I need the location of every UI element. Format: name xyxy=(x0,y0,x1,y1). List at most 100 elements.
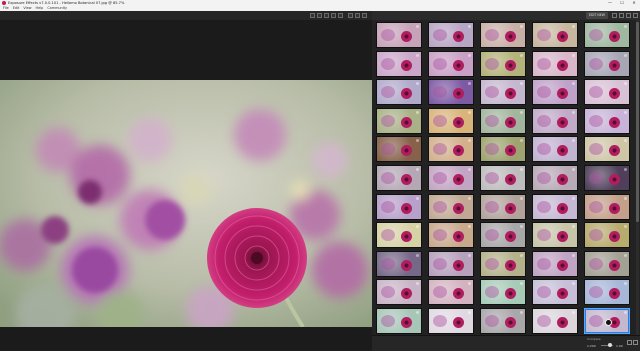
menu-file[interactable]: File xyxy=(3,6,9,10)
filter-icon[interactable] xyxy=(626,13,631,18)
effect-thumbnail[interactable] xyxy=(584,50,630,77)
edit-new-button[interactable]: EDIT NEW xyxy=(586,12,608,19)
favorite-icon[interactable] xyxy=(468,253,471,257)
favorite-icon[interactable] xyxy=(624,225,627,229)
effect-thumbnail[interactable] xyxy=(584,165,630,191)
favorite-icon[interactable] xyxy=(416,196,419,200)
favorite-icon[interactable] xyxy=(468,53,471,57)
zoom-in-icon[interactable] xyxy=(317,13,322,18)
favorite-icon[interactable] xyxy=(624,282,627,286)
effect-thumbnail[interactable] xyxy=(584,193,630,220)
favorite-icon[interactable] xyxy=(416,53,419,57)
favorite-icon[interactable] xyxy=(468,196,471,200)
effect-thumbnail[interactable] xyxy=(428,250,474,277)
effect-thumbnail[interactable] xyxy=(532,279,578,306)
effect-thumbnail[interactable] xyxy=(532,136,578,163)
favorite-icon[interactable] xyxy=(572,311,575,314)
favorite-icon[interactable] xyxy=(416,253,419,257)
effect-thumbnail[interactable] xyxy=(532,107,578,134)
list-view-icon[interactable] xyxy=(619,13,624,18)
effect-thumbnail[interactable] xyxy=(480,165,526,191)
favorite-icon[interactable] xyxy=(416,110,419,114)
hand-tool-icon[interactable] xyxy=(310,13,315,18)
favorite-icon[interactable] xyxy=(624,82,627,86)
effect-thumbnail[interactable] xyxy=(428,107,474,134)
preview-image[interactable] xyxy=(0,80,372,327)
favorite-icon[interactable] xyxy=(572,110,575,114)
fit-view-icon[interactable] xyxy=(331,13,336,18)
settings-icon[interactable] xyxy=(627,340,632,345)
favorite-icon[interactable] xyxy=(572,82,575,86)
favorite-icon[interactable] xyxy=(520,53,523,57)
effect-thumbnail[interactable] xyxy=(376,193,422,220)
favorite-icon[interactable] xyxy=(520,168,523,171)
favorite-icon[interactable] xyxy=(624,311,627,314)
effect-thumbnail[interactable] xyxy=(584,222,630,249)
effect-thumbnail[interactable] xyxy=(376,107,422,134)
effect-thumbnail[interactable] xyxy=(480,193,526,220)
favorite-icon[interactable] xyxy=(416,139,419,143)
effect-thumbnail-selected[interactable] xyxy=(584,308,630,334)
favorite-icon[interactable] xyxy=(624,25,627,28)
favorite-icon[interactable] xyxy=(520,110,523,114)
effect-thumbnail[interactable] xyxy=(428,165,474,191)
help-icon[interactable] xyxy=(633,340,638,345)
effect-thumbnail[interactable] xyxy=(584,250,630,277)
favorite-icon[interactable] xyxy=(572,282,575,286)
effect-thumbnail[interactable] xyxy=(532,165,578,191)
effect-thumbnail[interactable] xyxy=(376,308,422,334)
effect-thumbnail[interactable] xyxy=(376,50,422,77)
effect-thumbnail[interactable] xyxy=(584,279,630,306)
effect-thumbnail[interactable] xyxy=(376,22,422,48)
favorite-icon[interactable] xyxy=(520,25,523,28)
favorite-icon[interactable] xyxy=(468,225,471,229)
grid-view-icon[interactable] xyxy=(612,13,617,18)
effect-thumbnail[interactable] xyxy=(532,22,578,48)
zoom-out-icon[interactable] xyxy=(324,13,329,18)
effect-thumbnail[interactable] xyxy=(480,107,526,134)
effect-thumbnail[interactable] xyxy=(428,193,474,220)
effect-thumbnail[interactable] xyxy=(532,193,578,220)
effect-thumbnail[interactable] xyxy=(480,308,526,334)
effect-thumbnail[interactable] xyxy=(376,165,422,191)
grid-scrollbar-thumb[interactable] xyxy=(636,22,639,222)
favorite-icon[interactable] xyxy=(572,196,575,200)
menu-view[interactable]: View xyxy=(23,6,31,10)
effect-thumbnail[interactable] xyxy=(428,308,474,334)
favorite-icon[interactable] xyxy=(520,311,523,314)
effect-thumbnail[interactable] xyxy=(480,250,526,277)
favorite-icon[interactable] xyxy=(520,282,523,286)
effect-thumbnail[interactable] xyxy=(584,22,630,48)
effect-thumbnail[interactable] xyxy=(532,308,578,334)
favorite-icon[interactable] xyxy=(416,25,419,28)
effect-thumbnail[interactable] xyxy=(532,222,578,249)
favorite-icon[interactable] xyxy=(468,168,471,171)
effect-thumbnail[interactable] xyxy=(376,250,422,277)
effect-thumbnail[interactable] xyxy=(376,222,422,249)
effect-thumbnail[interactable] xyxy=(584,107,630,134)
effect-thumbnail[interactable] xyxy=(584,79,630,106)
favorite-icon[interactable] xyxy=(416,168,419,171)
effect-thumbnail[interactable] xyxy=(584,136,630,163)
favorite-icon[interactable] xyxy=(572,253,575,257)
favorite-icon[interactable] xyxy=(572,139,575,143)
favorite-icon[interactable] xyxy=(468,311,471,314)
favorite-icon[interactable] xyxy=(416,82,419,86)
effect-thumbnail[interactable] xyxy=(480,136,526,163)
effect-thumbnail[interactable] xyxy=(376,79,422,106)
favorite-icon[interactable] xyxy=(416,282,419,286)
effect-thumbnail[interactable] xyxy=(480,79,526,106)
effect-thumbnail[interactable] xyxy=(532,250,578,277)
favorite-icon[interactable] xyxy=(416,311,419,314)
favorite-icon[interactable] xyxy=(468,25,471,28)
compare-icon[interactable] xyxy=(348,13,353,18)
favorite-icon[interactable] xyxy=(624,53,627,57)
favorite-icon[interactable] xyxy=(572,53,575,57)
effect-thumbnail[interactable] xyxy=(428,79,474,106)
menu-icon[interactable] xyxy=(633,13,638,18)
favorite-icon[interactable] xyxy=(624,139,627,143)
favorite-icon[interactable] xyxy=(468,282,471,286)
effect-thumbnail[interactable] xyxy=(480,50,526,77)
fullscreen-icon[interactable] xyxy=(362,13,367,18)
favorite-icon[interactable] xyxy=(468,139,471,143)
